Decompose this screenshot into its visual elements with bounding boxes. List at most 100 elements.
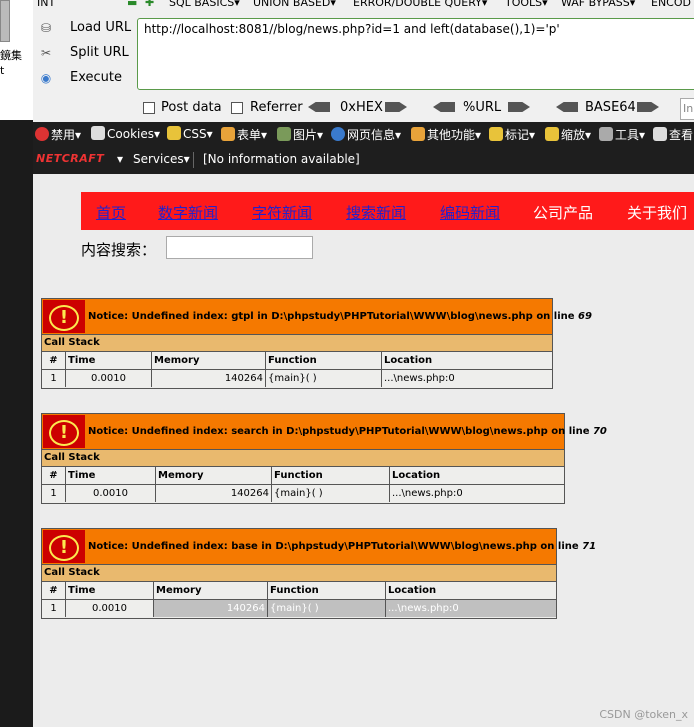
info-icon bbox=[331, 127, 345, 141]
page-info-menu[interactable]: 网页信息▾ bbox=[331, 126, 401, 143]
col-header: Location bbox=[382, 352, 552, 369]
services-menu[interactable]: Services▾ bbox=[133, 152, 190, 166]
left-window-strip: 鏡集 t bbox=[0, 0, 33, 727]
nav-products[interactable]: 公司产品 bbox=[533, 202, 593, 223]
cell: 1 bbox=[42, 485, 66, 502]
hackbar-top-menu: INT ▬ ✚ SQL BASICS▾ UNION BASED▾ ERROR/D… bbox=[33, 0, 694, 12]
execute-button[interactable]: ◉ Execute bbox=[37, 68, 137, 88]
error-header: ! Notice: Undefined index: search in D:\… bbox=[42, 414, 607, 450]
css-label: CSS▾ bbox=[183, 127, 213, 141]
table-row: 1 0.0010 140264 {main}( ) ...\news.php:0 bbox=[42, 370, 552, 388]
col-header: Memory bbox=[154, 582, 268, 599]
file-icon[interactable] bbox=[0, 0, 10, 42]
nav-char-news-link[interactable]: 字符新闻 bbox=[252, 202, 312, 223]
nav-about[interactable]: 关于我们 bbox=[627, 202, 687, 223]
table-row: 1 0.0010 140264 {main}( ) ...\news.php:0 bbox=[42, 600, 556, 618]
hackbar-extra-input[interactable]: In bbox=[680, 98, 694, 120]
menu-int[interactable]: INT bbox=[37, 0, 55, 9]
search-label: 内容搜索： bbox=[81, 241, 157, 259]
menu-union-based[interactable]: UNION BASED▾ bbox=[253, 0, 336, 9]
col-header: Time bbox=[66, 352, 152, 369]
hackbar-options: Post data Referrer 0xHEX %URL BASE64 In bbox=[33, 96, 694, 120]
col-header: Memory bbox=[156, 467, 272, 484]
plus-icon[interactable]: ✚ bbox=[145, 0, 154, 9]
disable-label: 禁用▾ bbox=[51, 128, 82, 142]
table-header-row: # Time Memory Function Location bbox=[42, 467, 564, 485]
base64-decode-arrow-icon[interactable] bbox=[556, 102, 578, 112]
mark-menu[interactable]: 标记▾ bbox=[489, 126, 535, 143]
cell: 1 bbox=[42, 600, 66, 617]
view-label: 查看 bbox=[669, 128, 694, 142]
call-stack-label: Call Stack bbox=[42, 565, 556, 582]
other-menu[interactable]: 其他功能▾ bbox=[411, 126, 481, 143]
execute-label: Execute bbox=[70, 70, 122, 85]
col-header: Time bbox=[66, 582, 154, 599]
url-decode-arrow-icon[interactable] bbox=[433, 102, 455, 112]
cell: 0.0010 bbox=[66, 485, 156, 502]
menu-waf-bypass[interactable]: WAF BYPASS▾ bbox=[561, 0, 635, 9]
url-textarea[interactable]: http://localhost:8081//blog/news.php?id=… bbox=[137, 18, 694, 90]
error-header: ! Notice: Undefined index: base in D:\ph… bbox=[42, 529, 596, 565]
nav-encode-news-link[interactable]: 编码新闻 bbox=[440, 202, 500, 223]
base64-encode-arrow-icon[interactable] bbox=[637, 102, 659, 112]
menu-error-double-query[interactable]: ERROR/DOUBLE QUERY▾ bbox=[353, 0, 487, 9]
netcraft-logo[interactable]: NETCRAFT bbox=[36, 152, 104, 168]
tools-label: 工具▾ bbox=[615, 128, 646, 142]
images-menu[interactable]: 图片▾ bbox=[277, 126, 323, 143]
zoom-menu[interactable]: 缩放▾ bbox=[545, 126, 591, 143]
nav-search-news-link[interactable]: 搜索新闻 bbox=[346, 202, 406, 223]
other-label: 其他功能▾ bbox=[427, 128, 482, 142]
url-encode-arrow-icon[interactable] bbox=[508, 102, 530, 112]
netcraft-toolbar: NETCRAFT ▾ Services▾ [No information ava… bbox=[33, 146, 694, 174]
call-stack-label: Call Stack bbox=[42, 450, 564, 467]
hex-encode-arrow-icon[interactable] bbox=[385, 102, 407, 112]
cell: {main}( ) bbox=[272, 485, 390, 502]
view-menu[interactable]: 查看 bbox=[653, 126, 693, 143]
disable-menu[interactable]: 禁用▾ bbox=[35, 126, 81, 143]
cell: 140264 bbox=[152, 370, 266, 387]
hackbar-panel: INT ▬ ✚ SQL BASICS▾ UNION BASED▾ ERROR/D… bbox=[33, 0, 694, 122]
nav-digit-news-link[interactable]: 数字新闻 bbox=[158, 202, 218, 223]
disable-icon bbox=[35, 127, 49, 141]
zoom-icon bbox=[545, 127, 559, 141]
table-header-row: # Time Memory Function Location bbox=[42, 352, 552, 370]
table-header-row: # Time Memory Function Location bbox=[42, 582, 556, 600]
split-url-label: Split URL bbox=[70, 45, 129, 60]
cell-selected: 140264 bbox=[154, 600, 268, 617]
col-header: Function bbox=[272, 467, 390, 484]
search-input[interactable] bbox=[166, 236, 313, 259]
nav-home-link[interactable]: 首页 bbox=[96, 202, 126, 223]
web-developer-toolbar: 禁用▾ Cookies▾ CSS▾ 表单▾ 图片▾ 网页信息▾ 其他功能▾ 标记… bbox=[33, 122, 694, 146]
xdebug-error-table: ! Notice: Undefined index: gtpl in D:\ph… bbox=[41, 298, 592, 389]
split-url-icon: ✂ bbox=[40, 46, 52, 60]
referrer-label: Referrer bbox=[250, 100, 303, 115]
desktop-area: 鏡集 t bbox=[0, 0, 33, 120]
tools-menu[interactable]: 工具▾ bbox=[599, 126, 645, 143]
minus-icon[interactable]: ▬ bbox=[127, 0, 137, 9]
cookies-icon bbox=[91, 126, 105, 140]
cell: 140264 bbox=[156, 485, 272, 502]
forms-menu[interactable]: 表单▾ bbox=[221, 126, 267, 143]
load-url-button[interactable]: ⛁ Load URL bbox=[37, 18, 137, 38]
base64-label: BASE64 bbox=[585, 100, 636, 115]
hex-decode-arrow-icon[interactable] bbox=[308, 102, 330, 112]
split-url-button[interactable]: ✂ Split URL bbox=[37, 43, 137, 63]
view-icon bbox=[653, 127, 667, 141]
zoom-label: 缩放▾ bbox=[561, 128, 592, 142]
netcraft-dropdown-icon[interactable]: ▾ bbox=[117, 152, 123, 166]
execute-icon: ◉ bbox=[40, 71, 52, 85]
post-data-checkbox[interactable] bbox=[143, 102, 155, 114]
menu-tools[interactable]: TOOLS▾ bbox=[505, 0, 548, 9]
error-message: Notice: Undefined index: base in D:\phps… bbox=[88, 541, 597, 552]
cookies-menu[interactable]: Cookies▾ bbox=[91, 126, 160, 141]
cell: 0.0010 bbox=[66, 600, 154, 617]
menu-sql-basics[interactable]: SQL BASICS▾ bbox=[169, 0, 240, 9]
url-label: %URL bbox=[463, 100, 502, 115]
menu-encoding[interactable]: ENCOD bbox=[651, 0, 691, 9]
desktop-label: t bbox=[0, 64, 5, 77]
cell: ...\news.php:0 bbox=[382, 370, 552, 387]
referrer-checkbox[interactable] bbox=[231, 102, 243, 114]
css-menu[interactable]: CSS▾ bbox=[167, 126, 213, 141]
cell-selected: {main}( ) bbox=[268, 600, 386, 617]
images-label: 图片▾ bbox=[293, 128, 324, 142]
